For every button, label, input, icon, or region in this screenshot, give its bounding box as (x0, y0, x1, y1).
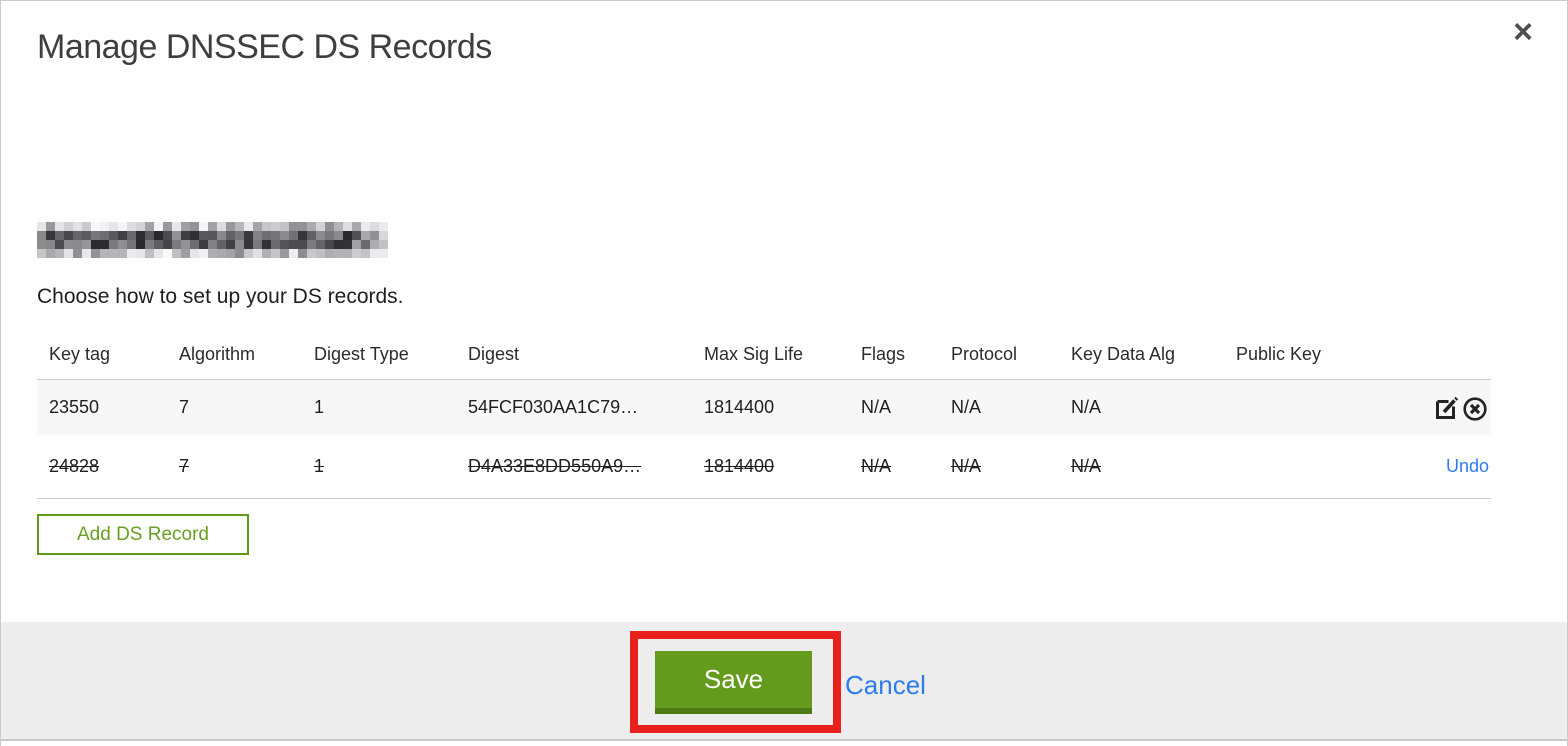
key-data-alg-value: N/A (1071, 397, 1102, 417)
col-header-key-tag: Key tag (49, 343, 111, 364)
row-actions: Undo (1354, 456, 1491, 477)
flags-value: N/A (861, 397, 892, 417)
col-header-public-key: Public Key (1236, 343, 1322, 364)
digest-type-value: 1 (314, 456, 325, 476)
col-header-algorithm: Algorithm (179, 343, 256, 364)
add-ds-record-button[interactable]: Add DS Record (37, 514, 249, 555)
table-row-deleted: 24828 7 1 D4A33E8DD550A9… 1814400 N/A N/… (37, 435, 1491, 499)
algorithm-value: 7 (179, 456, 190, 476)
edit-icon[interactable] (1433, 394, 1461, 422)
bottom-divider (1, 739, 1567, 741)
save-button[interactable]: Save (655, 651, 812, 714)
col-header-digest: Digest (468, 343, 520, 364)
key-tag-value: 23550 (49, 397, 100, 417)
col-header-protocol: Protocol (951, 343, 1018, 364)
col-header-key-data-alg: Key Data Alg (1071, 343, 1176, 364)
col-header-flags: Flags (861, 343, 906, 364)
subtitle-text: Choose how to set up your DS records. (37, 285, 404, 308)
key-data-alg-value: N/A (1071, 456, 1102, 476)
close-icon[interactable]: × (1513, 15, 1533, 49)
protocol-value: N/A (951, 397, 982, 417)
ds-records-table: Key tag Algorithm Digest Type Digest Max… (37, 329, 1491, 499)
col-header-digest-type: Digest Type (314, 343, 409, 364)
algorithm-value: 7 (179, 397, 190, 417)
protocol-value: N/A (951, 456, 982, 476)
undo-link[interactable]: Undo (1446, 456, 1489, 477)
redacted-domain-name (37, 222, 388, 258)
digest-value: D4A33E8DD550A9… (468, 456, 642, 476)
cancel-link[interactable]: Cancel (845, 670, 926, 701)
delete-icon[interactable] (1461, 394, 1489, 422)
dnssec-modal: Manage DNSSEC DS Records × Choose how to… (0, 0, 1568, 746)
digest-type-value: 1 (314, 397, 325, 417)
key-tag-value: 24828 (49, 456, 100, 476)
digest-value: 54FCF030AA1C79… (468, 397, 639, 417)
table-row: 23550 7 1 54FCF030AA1C79… 1814400 N/A N/… (37, 379, 1491, 435)
max-sig-life-value: 1814400 (704, 397, 775, 417)
max-sig-life-value: 1814400 (704, 456, 775, 476)
page-title: Manage DNSSEC DS Records (37, 28, 492, 66)
col-header-max-sig-life: Max Sig Life (704, 343, 804, 364)
flags-value: N/A (861, 456, 892, 476)
table-header-row: Key tag Algorithm Digest Type Digest Max… (37, 329, 1491, 379)
row-actions (1354, 394, 1491, 422)
